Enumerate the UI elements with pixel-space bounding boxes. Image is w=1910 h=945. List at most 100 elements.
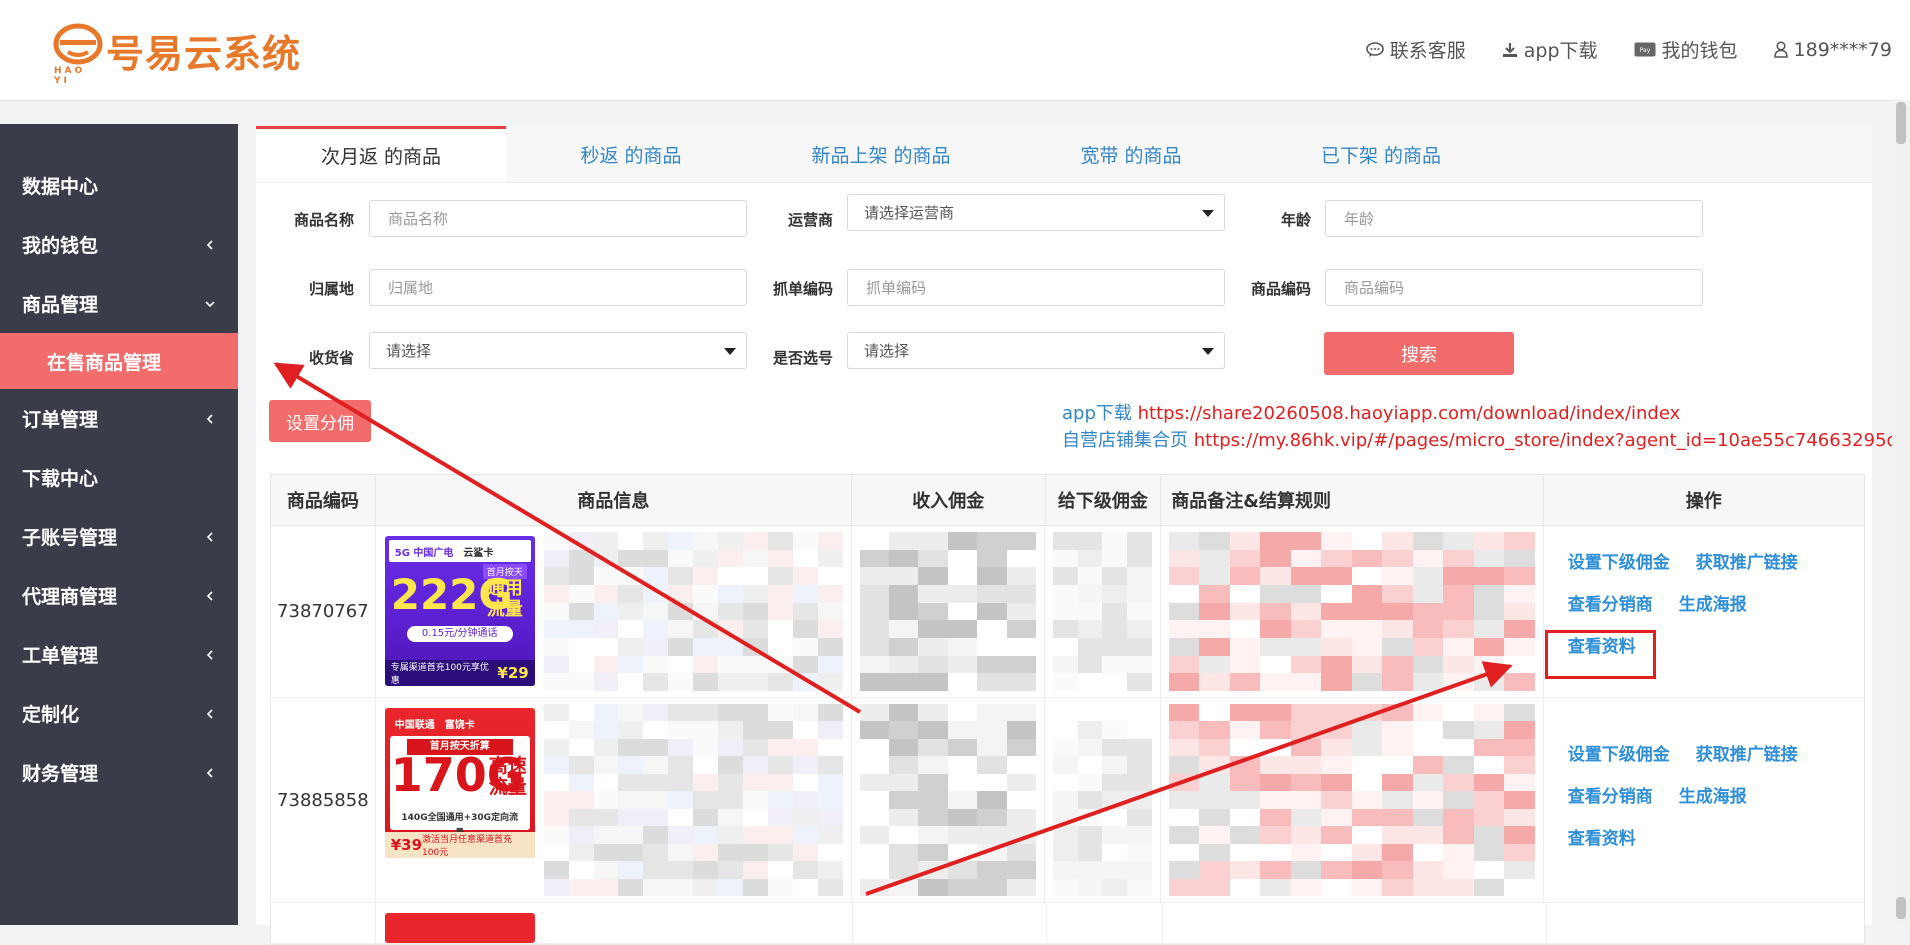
view-distributors-link[interactable]: 查看分销商 xyxy=(1568,590,1653,615)
sidebar-item-label: 下载中心 xyxy=(22,468,99,490)
user-account-label: 189****79 xyxy=(1793,38,1892,61)
search-button[interactable]: 搜索 xyxy=(1324,332,1514,375)
user-account-link[interactable]: 189****79 xyxy=(1773,36,1892,63)
blurred-commission xyxy=(859,704,1037,896)
product-image[interactable]: 中国联通 富饶卡 首月按天折算 170G 高速流量 140G全国通用+30G定向流… xyxy=(384,708,535,858)
sidebar-item-customization[interactable]: 定制化 xyxy=(0,684,238,743)
tab-instant-return[interactable]: 秒返 的商品 xyxy=(506,126,756,182)
wallet-link[interactable]: Pay 我的钱包 xyxy=(1634,36,1738,63)
product-name-input[interactable]: 商品名称 xyxy=(369,200,747,237)
location-label: 归属地 xyxy=(308,280,354,298)
card-footer: ¥39 激活当月任意渠道首充100元 xyxy=(384,832,535,858)
sidebar-item-label: 工单管理 xyxy=(22,645,99,667)
card-data-type: 通用流量 xyxy=(486,578,523,620)
product-code-cell: 73885858 xyxy=(271,698,376,902)
pick-number-label: 是否选号 xyxy=(772,349,833,367)
col-remarks: 商品备注&结算规则 xyxy=(1161,475,1544,525)
sidebar-item-order-management[interactable]: 订单管理 xyxy=(0,389,238,448)
carrier-select-value: 请选择运营商 xyxy=(864,204,955,222)
store-link-url[interactable]: https://my.86hk.vip/#/pages/micro_store/… xyxy=(1194,430,1898,451)
wallet-label: 我的钱包 xyxy=(1661,40,1738,62)
logo-text: 号易云系统 xyxy=(106,31,302,76)
scrollbar-bottom xyxy=(1896,897,1906,919)
card-carrier: 中国联通 xyxy=(394,719,435,731)
product-code-input[interactable]: 商品编码 xyxy=(1325,269,1703,306)
app-download-text: app下载 xyxy=(1062,403,1132,424)
set-commission-button[interactable]: 设置分佣 xyxy=(269,400,371,442)
annotation-highlight-box xyxy=(1545,630,1656,679)
chevron-left-icon xyxy=(206,413,213,424)
pick-number-select[interactable]: 请选择 xyxy=(847,332,1225,369)
remarks-cell xyxy=(1161,698,1544,902)
page-scrollbar[interactable] xyxy=(1892,100,1910,925)
province-select[interactable]: 请选择 xyxy=(369,332,747,369)
customer-service-label: 联系客服 xyxy=(1389,40,1466,62)
product-image[interactable]: 5G 中国广电 云鲨卡 首月按天 222G 通用流量 0.15元/分钟通话 专属渠… xyxy=(384,536,535,686)
sidebar-item-label: 在售商品管理 xyxy=(47,351,162,374)
card-carrier: 5G 中国广电 xyxy=(394,547,454,559)
order-code-label: 抓单编码 xyxy=(772,280,833,298)
sub-commission-cell xyxy=(1045,698,1161,902)
sidebar-item-download-center[interactable]: 下载中心 xyxy=(0,448,238,507)
blurred-product-info xyxy=(543,704,843,896)
col-actions: 操作 xyxy=(1685,491,1722,512)
sidebar-item-ticket-management[interactable]: 工单管理 xyxy=(0,625,238,684)
col-sub-commission: 给下级佣金 xyxy=(1046,475,1162,525)
scrollbar-thumb[interactable] xyxy=(1896,102,1906,144)
get-promo-link[interactable]: 获取推广链接 xyxy=(1696,740,1798,765)
sidebar-item-my-wallet[interactable]: 我的钱包 xyxy=(0,215,238,274)
sidebar-item-label: 财务管理 xyxy=(22,763,99,785)
set-sub-commission-link[interactable]: 设置下级佣金 xyxy=(1568,740,1670,765)
app-download-url[interactable]: https://share20260508.haoyiapp.com/downl… xyxy=(1138,403,1681,424)
carrier-select[interactable]: 请选择运营商 xyxy=(847,194,1225,231)
blurred-remarks xyxy=(1168,704,1535,896)
card-price: ¥29 xyxy=(497,664,529,682)
chevron-left-icon xyxy=(206,239,213,250)
tab-next-month-return[interactable]: 次月返 的商品 xyxy=(256,126,506,182)
age-input[interactable]: 年龄 xyxy=(1325,200,1703,237)
card-name: 云鲨卡 xyxy=(463,547,494,559)
top-links: 联系客服 app下载 Pay 我的钱包 189****79 xyxy=(1365,36,1892,63)
view-details-link[interactable]: 查看资料 xyxy=(1568,824,1636,849)
product-image[interactable] xyxy=(385,913,535,943)
tab-broadband[interactable]: 宽带 的商品 xyxy=(1006,126,1256,182)
card-price: ¥39 xyxy=(390,836,423,854)
sidebar-item-on-sale-products[interactable]: 在售商品管理 xyxy=(0,333,238,389)
download-icon xyxy=(1502,42,1517,57)
sidebar-item-label: 订单管理 xyxy=(22,409,99,431)
view-distributors-link[interactable]: 查看分销商 xyxy=(1568,782,1653,807)
sidebar: 数据中心我的钱包商品管理在售商品管理订单管理下载中心子账号管理代理商管理工单管理… xyxy=(0,124,238,925)
app-download-label: app下载 xyxy=(1523,40,1598,62)
age-label: 年龄 xyxy=(1280,211,1311,229)
customer-service-link[interactable]: 联系客服 xyxy=(1365,36,1466,63)
sidebar-item-label: 我的钱包 xyxy=(22,235,99,257)
generate-poster-link[interactable]: 生成海报 xyxy=(1679,782,1747,807)
get-promo-link[interactable]: 获取推广链接 xyxy=(1696,548,1798,573)
col-product-code: 商品编码 xyxy=(271,475,376,525)
actions-cell: 设置下级佣金 获取推广链接 查看分销商 生成海报 查看资料 xyxy=(1544,698,1864,902)
set-sub-commission-link[interactable]: 设置下级佣金 xyxy=(1568,548,1670,573)
tab-new-products[interactable]: 新品上架 的商品 xyxy=(756,126,1006,182)
logo[interactable]: HAO YI 号易云系统 xyxy=(52,22,302,86)
chevron-left-icon xyxy=(206,708,213,719)
card-call-rate: 0.15元/分钟通话 xyxy=(406,626,513,642)
sidebar-item-label: 子账号管理 xyxy=(22,527,118,549)
pick-number-select-value: 请选择 xyxy=(864,342,910,360)
income-commission-cell xyxy=(852,526,1046,697)
app-download-link[interactable]: app下载 xyxy=(1502,36,1598,63)
order-code-input[interactable]: 抓单编码 xyxy=(847,269,1225,306)
table-header: 商品编码 商品信息 收入佣金 给下级佣金 商品备注&结算规则 操作 xyxy=(271,475,1864,526)
sidebar-item-label: 商品管理 xyxy=(22,294,99,316)
svg-text:Pay: Pay xyxy=(1639,47,1650,54)
sidebar-item-agent-management[interactable]: 代理商管理 xyxy=(0,566,238,625)
generate-poster-link[interactable]: 生成海报 xyxy=(1679,590,1747,615)
sidebar-item-finance-management[interactable]: 财务管理 xyxy=(0,743,238,802)
blurred-sub-commission xyxy=(1053,704,1152,896)
tab-delisted[interactable]: 已下架 的商品 xyxy=(1256,126,1506,182)
sidebar-item-data-center[interactable]: 数据中心 xyxy=(0,156,238,215)
product-table: 商品编码 商品信息 收入佣金 给下级佣金 商品备注&结算规则 操作 738707… xyxy=(270,474,1865,945)
card-data-type: 高速流量 xyxy=(488,755,527,798)
sidebar-item-sub-account-management[interactable]: 子账号管理 xyxy=(0,507,238,566)
location-input[interactable]: 归属地 xyxy=(369,269,747,306)
sidebar-item-product-management[interactable]: 商品管理 xyxy=(0,274,238,333)
